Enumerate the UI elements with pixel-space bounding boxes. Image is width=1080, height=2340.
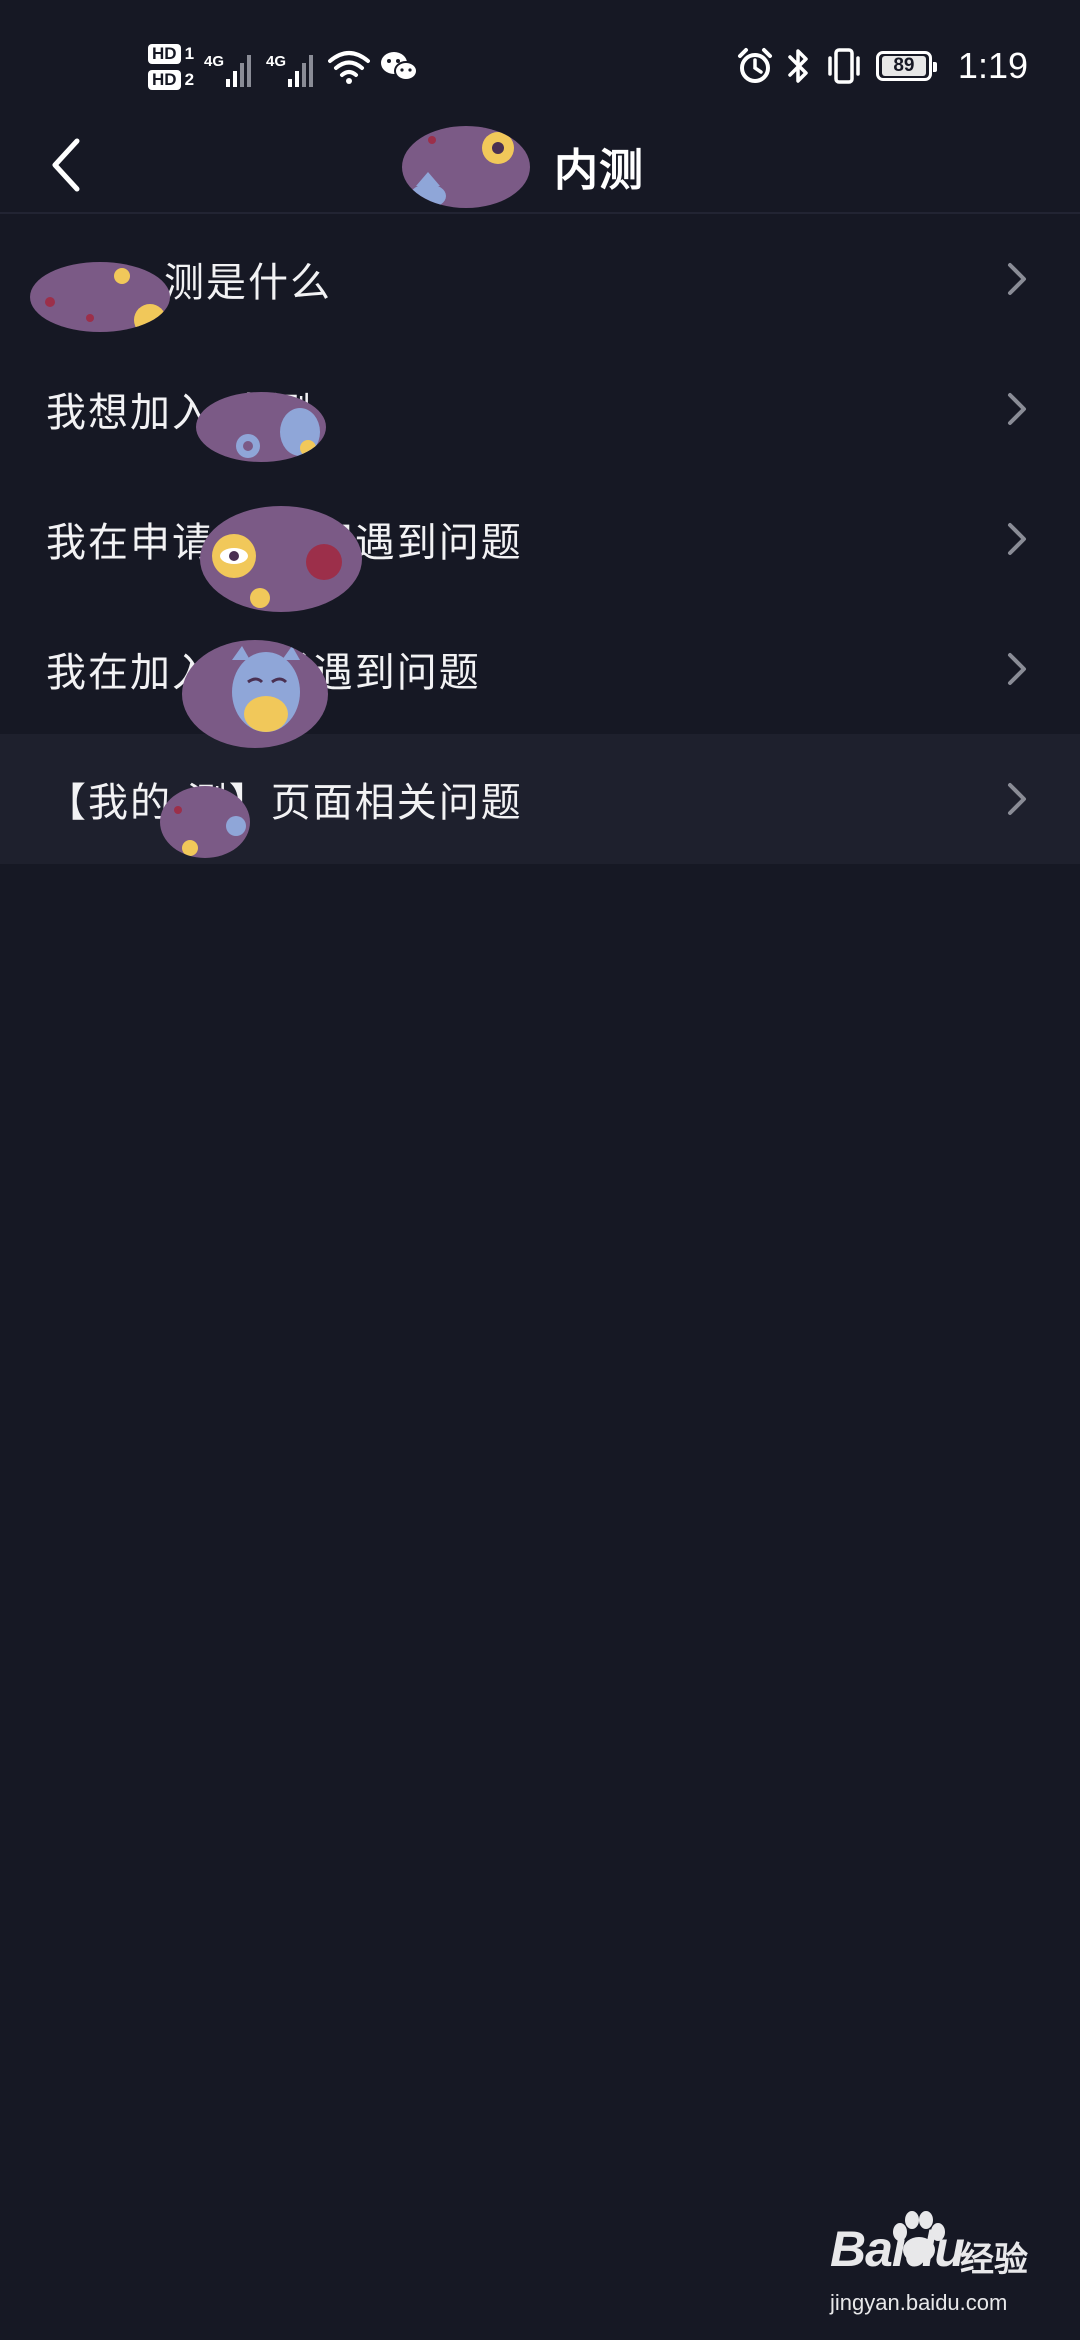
sim1-hd-label: HD [148,44,181,64]
baidu-watermark: Baidu 经验 jingyan.baidu.com [800,2210,1040,2320]
chevron-right-icon [1008,783,1026,815]
status-time: 1:19 [957,45,1028,86]
redaction-sticker [160,786,250,858]
redaction-sticker [30,262,170,332]
sim1-badge: HD 1 [148,44,194,64]
battery-level: 89 [881,56,926,76]
sim2-hd-label: HD [148,70,181,90]
faq-item-what-is-beta[interactable]: 测是什么 [0,214,1080,344]
chevron-right-icon [1008,653,1026,685]
owl-doodle-icon [232,646,300,732]
signal-bars-icon [226,55,252,87]
redaction-sticker [402,126,530,208]
network-type-1: 4G [204,53,225,70]
faq-item-label: 我想加入 内测 [46,390,313,436]
watermark-url: jingyan.baidu.com [830,2290,1008,2315]
flower-doodle-icon [174,806,246,856]
wechat-icon [381,52,419,81]
watermark-brand: Baidu [830,2221,965,2277]
redaction-sticker [196,392,326,462]
signal-1: 4G [204,47,256,87]
bluetooth-icon [788,49,808,83]
eye-doodle-icon [212,534,342,608]
owl-doodle-icon [236,408,320,458]
redaction-sticker [182,640,328,748]
faq-item-label: 测是什么 [46,250,1004,308]
signal-2: 4G [266,47,318,87]
sim2-number: 2 [184,70,195,89]
sim-indicators: HD 1 HD 2 [148,44,194,90]
sim1-number: 1 [184,44,195,63]
faq-item-join-beta[interactable]: 我想加入 内测 [0,344,1080,474]
chevron-right-icon [1008,523,1026,555]
faq-item-my-beta-page[interactable]: 【我的 测】页面相关问题 [0,734,1080,864]
status-bar-left: HD 1 HD 2 4G 4G [148,36,419,98]
owl-doodle-icon [410,132,514,208]
chevron-right-icon [1008,263,1026,295]
page-title: 内测 [0,134,1080,198]
faq-item-label-text: 测是什么 [164,260,332,306]
vibrate-icon [828,48,860,84]
status-bar: HD 1 HD 2 4G 4G 89 1:19 [0,0,1080,130]
faq-item-label: 我在申请 测期间遇到问题 [46,520,523,566]
alarm-icon [737,48,772,83]
faq-item-after-join-problems[interactable]: 我在加入 测后遇到问题 [0,604,1080,734]
page-header: 内测 [0,120,1080,214]
battery-icon: 89 [875,51,937,81]
status-bar-right: 89 1:19 [736,40,1028,92]
faq-item-apply-problems[interactable]: 我在申请 测期间遇到问题 [0,474,1080,604]
network-type-2: 4G [266,53,287,70]
wifi-icon [328,51,371,84]
flower-doodle-icon [45,268,166,332]
chevron-right-icon [1008,393,1026,425]
signal-bars-icon [288,55,314,87]
page-title-text: 内测 [554,145,644,196]
sim2-badge: HD 2 [148,70,194,90]
watermark-cn: 经验 [960,2240,1028,2280]
redaction-sticker [200,506,362,612]
